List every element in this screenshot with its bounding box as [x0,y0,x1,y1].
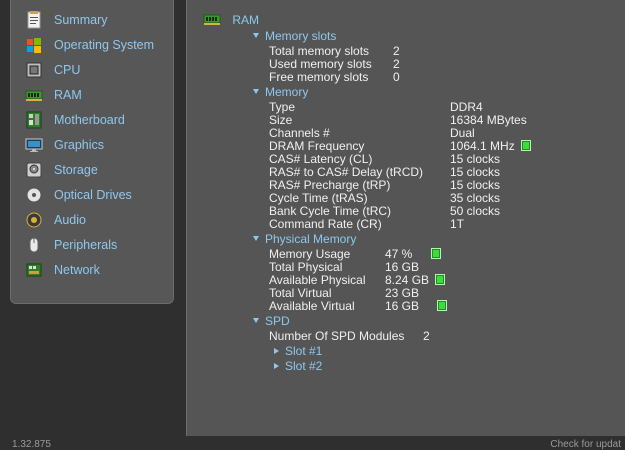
row-key: Free memory slots [269,70,369,84]
sidebar: Summary Operating System CPU RAM Motherb… [10,0,174,304]
row-value: 2 [423,329,430,343]
details-panel: RAM Memory slots Total memory slots 2 Use… [186,0,625,436]
windows-logo-icon [25,36,43,54]
version-label: 1.32.875 [12,439,51,450]
row-value: 47 % [385,247,413,261]
sidebar-item-cpu[interactable]: CPU [25,59,171,81]
sidebar-item-operating-system[interactable]: Operating System [25,34,171,56]
sidebar-item-label: Operating System [54,38,155,52]
chevron-right-icon [274,363,279,369]
sidebar-item-label: Network [54,263,100,277]
chevron-right-icon [274,348,279,354]
section-memory[interactable]: Memory [253,86,308,99]
status-indicator-icon [437,300,448,311]
sidebar-item-label: Audio [54,213,86,227]
check-for-updates-link[interactable]: Check for updat [550,439,621,450]
sidebar-item-graphics[interactable]: Graphics [25,134,171,156]
motherboard-icon [25,111,43,129]
row-key: Available Virtual [269,299,355,313]
status-bar: 1.32.875 Check for updat [0,436,625,450]
row-value: 8.24 GB [385,273,430,287]
chevron-down-icon [253,89,259,94]
sidebar-item-label: CPU [54,63,81,77]
network-icon [25,261,43,279]
sidebar-item-label: Peripherals [54,238,118,252]
ram-icon [203,14,221,29]
sidebar-item-label: Graphics [54,138,105,152]
chevron-down-icon [253,318,259,323]
section-heading: Memory slots [265,29,337,43]
row-value: 1064.1 MHz [450,139,515,153]
sidebar-item-label: Summary [54,13,108,27]
sidebar-item-network[interactable]: Network [25,259,171,281]
tree-item-label: Slot #2 [285,359,323,373]
monitor-icon [25,136,43,154]
sidebar-item-optical-drives[interactable]: Optical Drives [25,184,171,206]
chevron-down-icon [253,236,259,241]
sidebar-item-storage[interactable]: Storage [25,159,171,181]
section-heading: Physical Memory [265,232,357,246]
sidebar-item-label: Motherboard [54,113,125,127]
tree-item-slot-1[interactable]: Slot #1 [274,345,322,358]
tree-item-label: Slot #1 [285,344,323,358]
row-key: Number Of SPD Modules [269,329,405,343]
cpu-icon [25,61,43,79]
mouse-icon [25,236,43,254]
ram-icon [25,86,43,104]
row-value: 0 [393,70,400,84]
sidebar-item-label: Storage [54,163,98,177]
optical-disc-icon [25,186,43,204]
sidebar-item-label: Optical Drives [54,188,132,202]
page-title: RAM [203,14,259,29]
section-heading: SPD [265,314,290,328]
sidebar-item-motherboard[interactable]: Motherboard [25,109,171,131]
summary-icon [25,11,43,29]
status-indicator-icon [520,140,531,151]
section-physical-memory[interactable]: Physical Memory [253,233,356,246]
row-value: 16 GB [385,299,420,313]
speaker-icon [25,211,43,229]
page-title-label: RAM [232,13,260,27]
row-key: Command Rate (CR) [269,217,382,231]
row-value: 1T [450,217,465,231]
sidebar-item-audio[interactable]: Audio [25,209,171,231]
status-indicator-icon [431,248,442,259]
tree-item-slot-2[interactable]: Slot #2 [274,360,322,373]
section-memory-slots[interactable]: Memory slots [253,30,336,43]
sidebar-item-peripherals[interactable]: Peripherals [25,234,171,256]
section-spd[interactable]: SPD [253,315,290,328]
sidebar-item-ram[interactable]: RAM [25,84,171,106]
sidebar-item-summary[interactable]: Summary [25,9,171,31]
hard-drive-icon [25,161,43,179]
status-indicator-icon [435,274,446,285]
sidebar-item-label: RAM [54,88,82,102]
section-heading: Memory [265,85,309,99]
chevron-down-icon [253,33,259,38]
